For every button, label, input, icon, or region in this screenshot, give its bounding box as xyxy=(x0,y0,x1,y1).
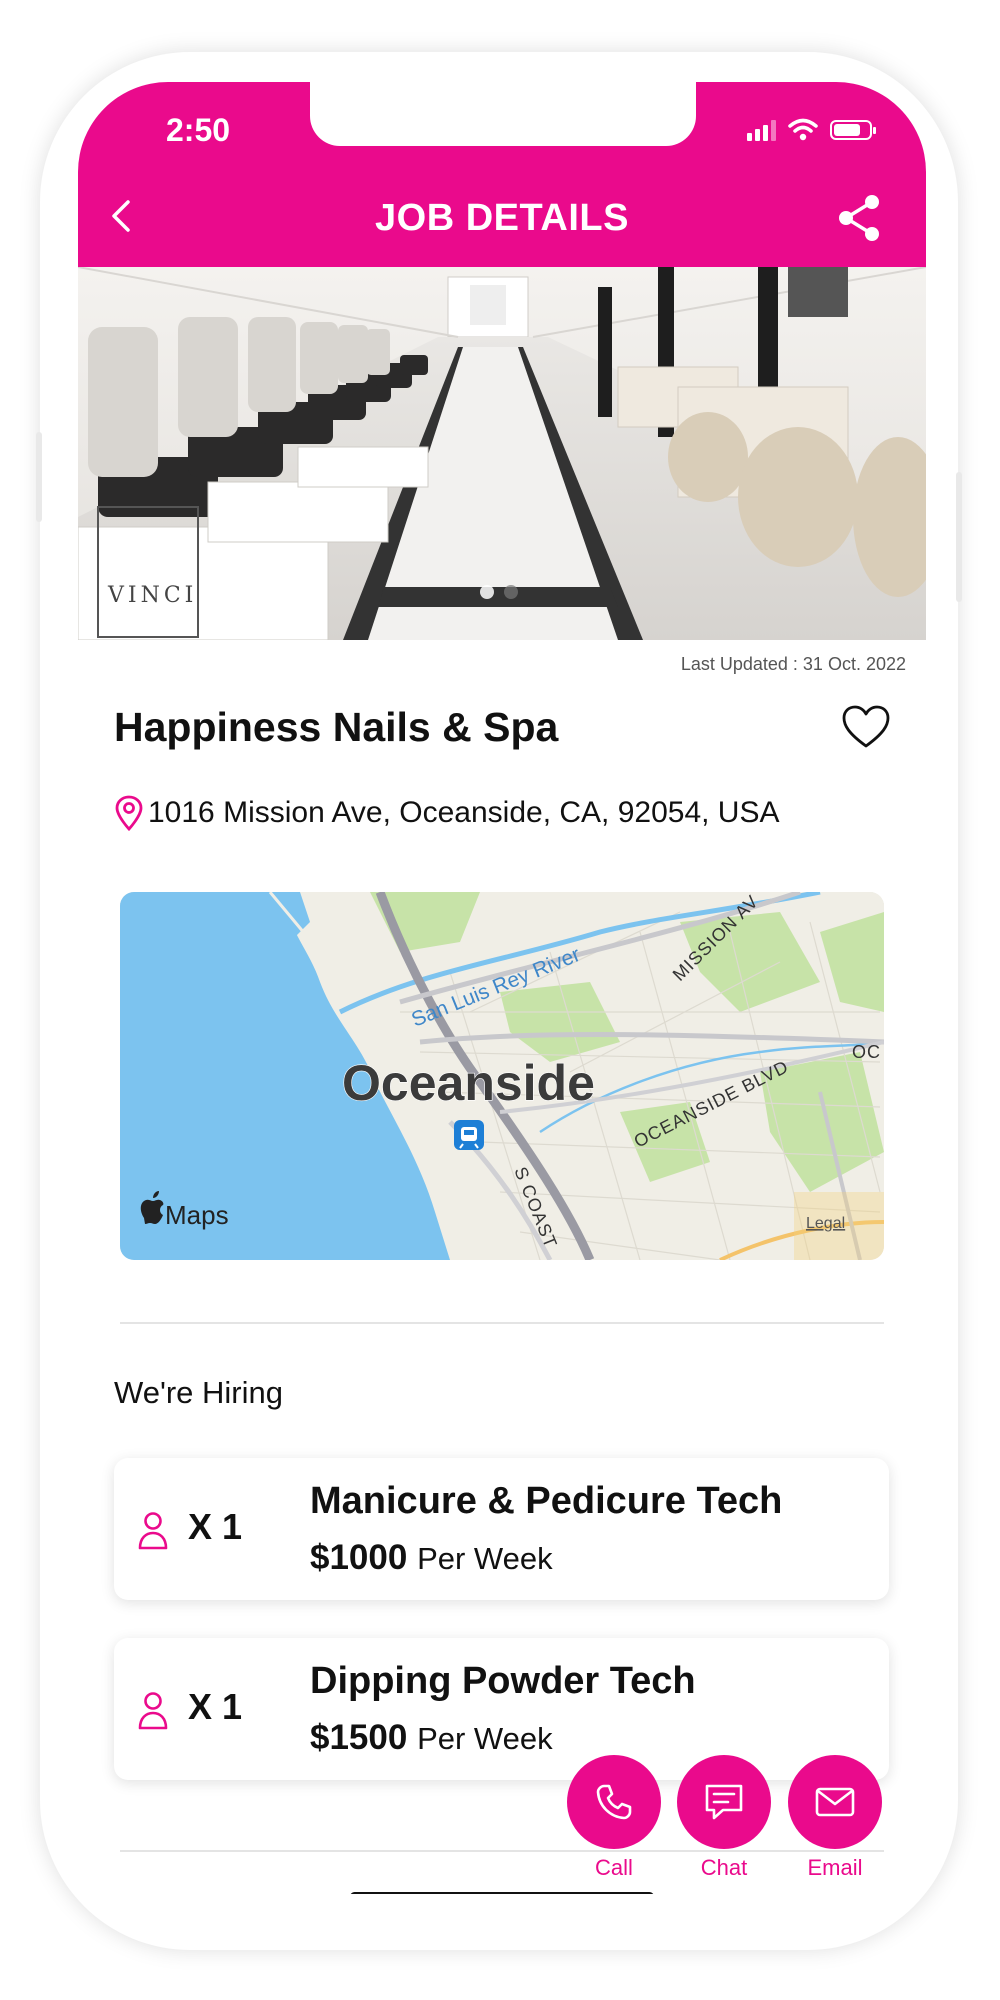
status-icons xyxy=(747,118,876,142)
page-title: JOB DETAILS xyxy=(375,197,629,239)
job-title: Manicure & Pedicure Tech xyxy=(310,1480,783,1522)
home-indicator[interactable] xyxy=(350,1892,654,1894)
email-button[interactable] xyxy=(788,1755,882,1849)
hiring-section-title: We're Hiring xyxy=(114,1375,284,1410)
carousel-dot[interactable] xyxy=(504,585,518,599)
job-pay-amount: $1000 xyxy=(310,1538,408,1577)
share-icon[interactable] xyxy=(834,192,886,244)
person-icon xyxy=(138,1512,168,1550)
job-card[interactable]: X 1 Dipping Powder Tech $1500 Per Week xyxy=(114,1638,889,1780)
street-label-oc: OC xyxy=(852,1042,881,1062)
carousel-indicator xyxy=(480,585,518,599)
app-header: 2:50 JOB DETAILS xyxy=(78,82,926,267)
chat-label: Chat xyxy=(700,1855,748,1880)
job-title: Dipping Powder Tech xyxy=(310,1660,696,1702)
map-city-label: Oceanside xyxy=(342,1055,595,1111)
status-time: 2:50 xyxy=(166,112,231,148)
maps-brand: Maps xyxy=(165,1200,229,1230)
call-label: Call xyxy=(595,1855,633,1880)
carousel-dot-active[interactable] xyxy=(480,585,494,599)
call-button[interactable] xyxy=(567,1755,661,1849)
phone-side-button xyxy=(956,472,962,602)
mail-icon xyxy=(815,1787,855,1817)
cellular-signal-icon xyxy=(747,119,776,141)
phone-icon xyxy=(596,1784,632,1820)
map-tiles: San Luis Rey River MISSION AV OCEANSIDE … xyxy=(120,892,884,1260)
location-pin-icon xyxy=(115,795,143,831)
address-row[interactable]: 1016 Mission Ave, Oceanside, CA, 92054, … xyxy=(114,795,779,831)
location-map[interactable]: San Luis Rey River MISSION AV OCEANSIDE … xyxy=(120,892,884,1260)
email-action[interactable]: Email xyxy=(788,1755,882,1881)
job-pay: $1500 Per Week xyxy=(310,1718,553,1758)
map-legal-link[interactable]: Legal xyxy=(806,1215,845,1232)
job-pay: $1000 Per Week xyxy=(310,1538,553,1578)
chat-action[interactable]: Chat xyxy=(677,1755,771,1881)
salon-photo-carousel[interactable]: VINCI xyxy=(78,267,926,640)
battery-icon xyxy=(830,120,876,140)
device-notch xyxy=(310,82,696,146)
call-action[interactable]: Call xyxy=(567,1755,661,1881)
section-divider xyxy=(120,1322,884,1324)
job-openings-count: X 1 xyxy=(188,1506,243,1547)
chat-button[interactable] xyxy=(677,1755,771,1849)
job-pay-period: Per Week xyxy=(417,1541,553,1576)
job-pay-period: Per Week xyxy=(417,1721,553,1756)
app-screen: 2:50 JOB DETAILS VINCI Last Updated: 31… xyxy=(78,82,926,1894)
job-card[interactable]: X 1 Manicure & Pedicure Tech $1000 Per W… xyxy=(114,1458,889,1600)
wifi-icon xyxy=(788,118,818,141)
address-text: 1016 Mission Ave, Oceanside, CA, 92054, … xyxy=(148,796,780,829)
salon-name: Happiness Nails & Spa xyxy=(114,704,559,750)
chat-icon xyxy=(705,1784,743,1820)
phone-side-button xyxy=(36,432,42,522)
last-updated-text: Last Updated : 31 Oct. 2022 xyxy=(680,654,906,674)
email-label: Email xyxy=(807,1855,863,1880)
watermark-logo: VINCI xyxy=(107,583,197,608)
heart-icon[interactable] xyxy=(840,702,892,754)
job-pay-amount: $1500 xyxy=(310,1718,408,1757)
person-icon xyxy=(138,1692,168,1730)
job-openings-count: X 1 xyxy=(188,1686,243,1727)
